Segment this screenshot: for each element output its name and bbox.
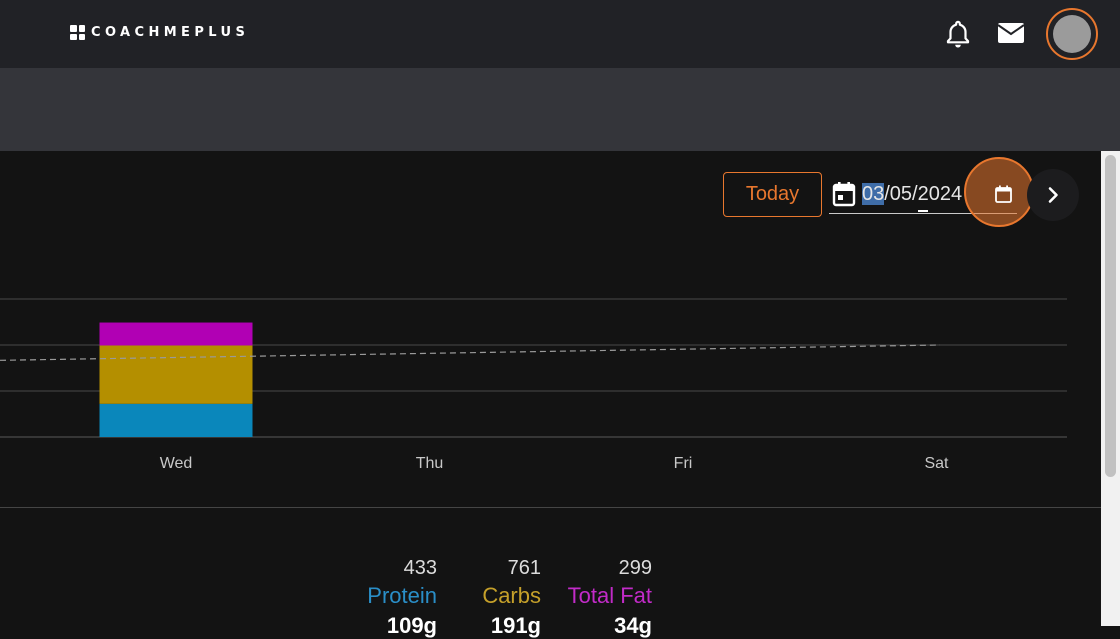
bar-segment-total-fat — [99, 322, 253, 346]
mail-icon[interactable] — [996, 20, 1026, 46]
date-caret — [918, 210, 928, 212]
date-picker-icon[interactable] — [993, 184, 1014, 205]
macro-bar-chart: Wed Thu Fri Sat — [0, 298, 1067, 472]
carbs-total: 761 — [507, 557, 541, 579]
x-tick-label: Sat — [924, 455, 949, 472]
fat-grams: 34g — [614, 613, 652, 638]
user-avatar-button[interactable] — [1046, 8, 1098, 60]
bar-segment-protein — [99, 403, 253, 437]
scrollbar-thumb[interactable] — [1105, 155, 1116, 477]
date-month-segment[interactable]: 03 — [862, 183, 885, 205]
top-bar: COACHMEPLUS — [0, 0, 1120, 68]
section-divider — [0, 507, 1101, 508]
carbs-grams: 191g — [490, 613, 541, 638]
date-rest-segment[interactable]: /05/2024 — [884, 183, 962, 205]
protein-total: 433 — [403, 557, 437, 579]
logo-icon — [70, 25, 85, 40]
protein-grams: 109g — [386, 613, 437, 638]
macro-total-fat: 299 Total Fat 34g — [568, 557, 652, 639]
coachmeplus-logo[interactable]: COACHMEPLUS — [70, 25, 249, 40]
protein-label: Protein — [367, 583, 437, 608]
carbs-label: Carbs — [482, 583, 541, 608]
chevron-right-icon — [1048, 187, 1058, 203]
macro-protein: 433 Protein 109g — [367, 557, 437, 639]
bell-icon[interactable] — [944, 19, 972, 49]
bar-segment-carbs — [99, 345, 253, 404]
scrollbar[interactable] — [1101, 151, 1120, 626]
next-day-button[interactable] — [1027, 169, 1079, 221]
date-value[interactable]: 03/05/2024 — [862, 183, 962, 206]
sub-header-bar — [0, 68, 1120, 151]
calendar-icon — [832, 182, 856, 207]
fat-total: 299 — [618, 557, 652, 579]
macro-carbs: 761 Carbs 191g — [482, 557, 541, 639]
avatar — [1053, 15, 1091, 53]
x-tick-label: Thu — [416, 455, 444, 472]
fat-label: Total Fat — [567, 583, 652, 608]
today-button[interactable]: Today — [723, 172, 822, 217]
x-tick-label: Fri — [674, 455, 693, 472]
x-tick-label: Wed — [160, 455, 193, 472]
logo-text: COACHMEPLUS — [91, 25, 250, 40]
